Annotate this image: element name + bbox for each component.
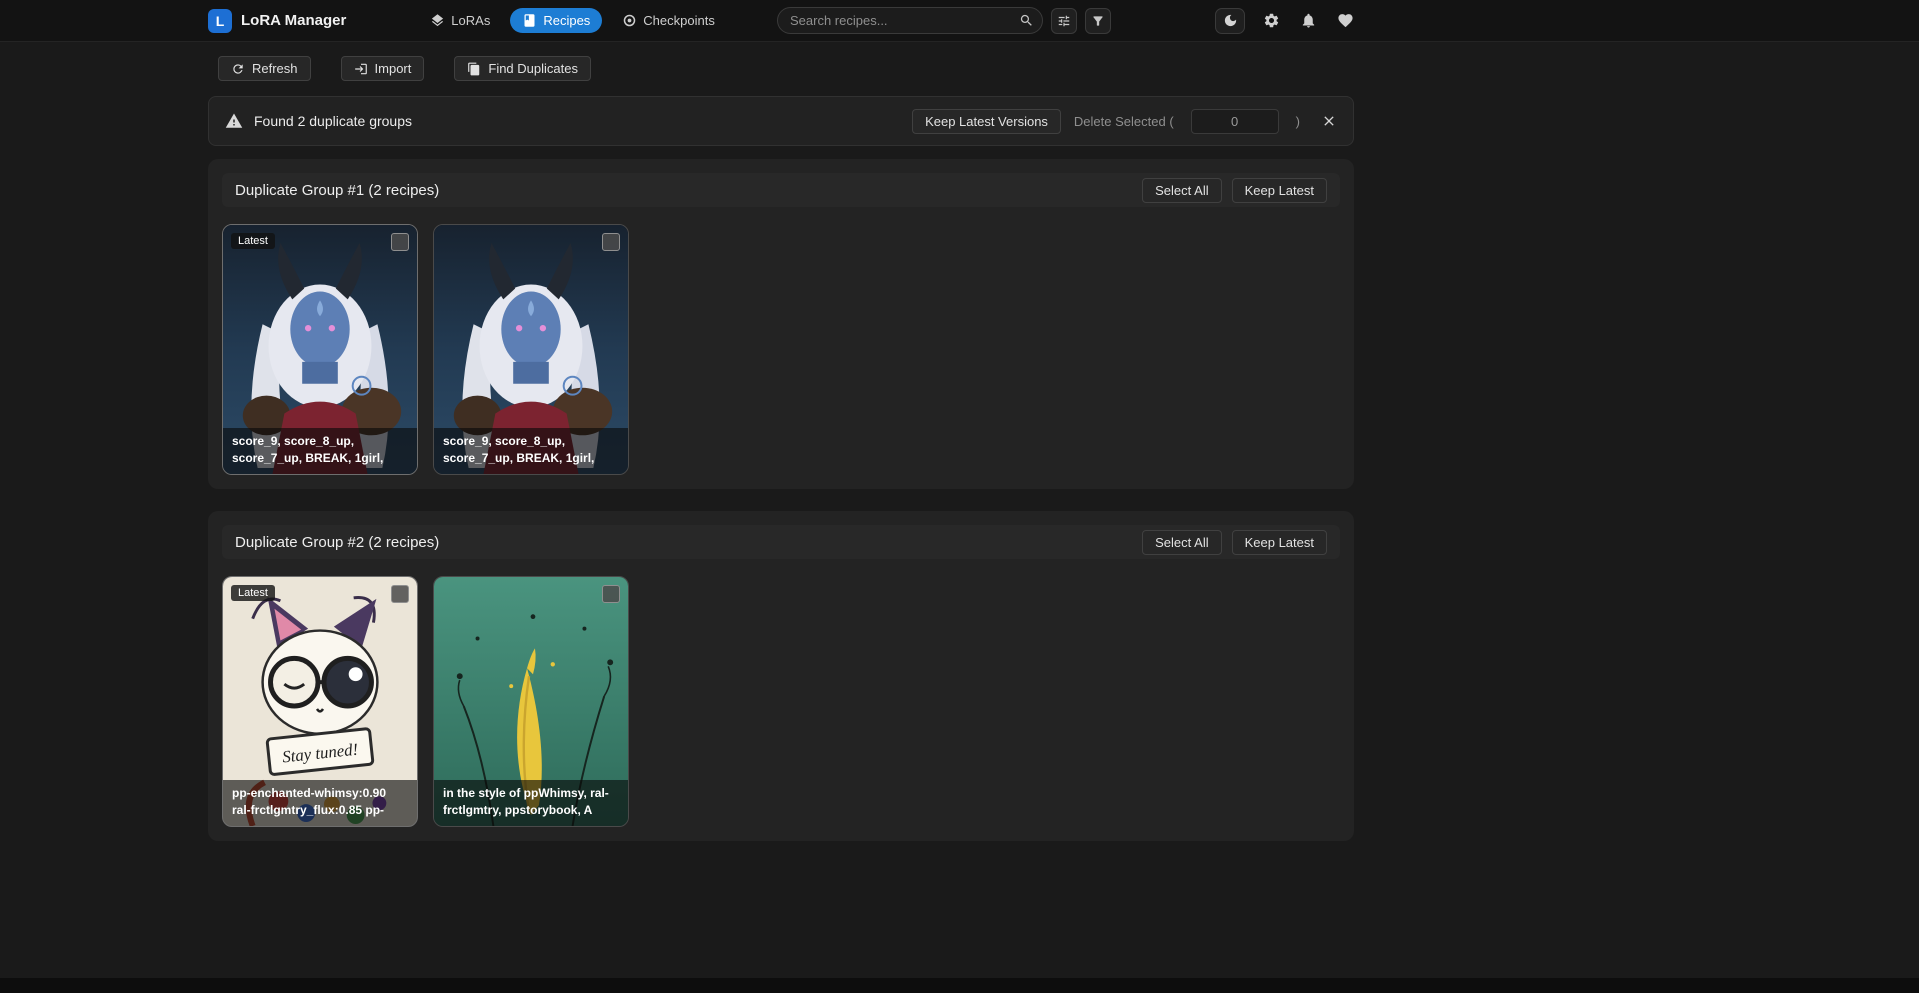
delete-selected-prefix: Delete Selected ( — [1074, 114, 1174, 129]
keep-latest-versions-button[interactable]: Keep Latest Versions — [912, 109, 1061, 134]
card-row: Latest score_9, score_8_up, score_7_up, … — [222, 224, 1340, 475]
group-header: Duplicate Group #2 (2 recipes) Select Al… — [222, 525, 1340, 559]
select-all-label: Select All — [1155, 183, 1208, 198]
tab-label: Checkpoints — [643, 13, 715, 28]
notifications-button[interactable] — [1298, 10, 1319, 31]
refresh-label: Refresh — [252, 61, 298, 76]
search-button[interactable] — [1019, 13, 1034, 28]
favorites-button[interactable] — [1335, 10, 1356, 31]
select-all-button[interactable]: Select All — [1142, 530, 1221, 555]
book-icon — [522, 13, 537, 28]
import-button[interactable]: Import — [341, 56, 425, 81]
close-alert-button[interactable] — [1321, 113, 1337, 129]
select-checkbox[interactable] — [602, 585, 620, 603]
warning-icon — [225, 112, 243, 130]
delete-selected-suffix: ) — [1296, 114, 1300, 129]
delete-count-input[interactable] — [1191, 109, 1279, 134]
keep-latest-button[interactable]: Keep Latest — [1232, 530, 1327, 555]
latest-badge: Latest — [231, 585, 275, 601]
duplicates-alert-banner: Found 2 duplicate groups Keep Latest Ver… — [208, 96, 1354, 146]
moon-icon — [1223, 13, 1238, 28]
latest-badge: Latest — [231, 233, 275, 249]
layers-icon — [430, 13, 445, 28]
tab-recipes[interactable]: Recipes — [510, 8, 602, 33]
select-checkbox[interactable] — [391, 233, 409, 251]
topbar: L LoRA Manager LoRAs Recipes Checkpoints — [0, 0, 1919, 42]
gear-icon — [1263, 12, 1280, 29]
find-duplicates-button[interactable]: Find Duplicates — [454, 56, 591, 81]
recipe-caption: pp-enchanted-whimsy:0.90 ral-frctlgmtry_… — [223, 780, 417, 826]
select-checkbox[interactable] — [602, 233, 620, 251]
funnel-icon — [1091, 14, 1105, 28]
select-checkbox[interactable] — [391, 585, 409, 603]
main-content: Refresh Import Find Duplicates Found 2 d… — [208, 56, 1354, 841]
toolbar: Refresh Import Find Duplicates — [208, 56, 1354, 81]
search-icon — [1019, 13, 1034, 28]
tab-label: LoRAs — [451, 13, 490, 28]
bell-icon — [1300, 12, 1317, 29]
group-title: Duplicate Group #2 (2 recipes) — [235, 534, 439, 551]
recipe-caption: score_9, score_8_up, score_7_up, BREAK, … — [223, 428, 417, 474]
group-title: Duplicate Group #1 (2 recipes) — [235, 182, 439, 199]
app-title: LoRA Manager — [241, 12, 346, 29]
find-duplicates-label: Find Duplicates — [488, 61, 578, 76]
tab-loras[interactable]: LoRAs — [418, 8, 502, 33]
import-label: Import — [375, 61, 412, 76]
duplicate-group-1: Duplicate Group #1 (2 recipes) Select Al… — [208, 159, 1354, 489]
sliders-icon — [1057, 14, 1071, 28]
checkpoint-icon — [622, 13, 637, 28]
recipe-card[interactable]: score_9, score_8_up, score_7_up, BREAK, … — [433, 224, 629, 475]
search-input[interactable] — [777, 7, 1043, 34]
select-all-button[interactable]: Select All — [1142, 178, 1221, 203]
recipe-caption: in the style of ppWhimsy, ral-frctlgmtry… — [434, 780, 628, 826]
keep-latest-versions-label: Keep Latest Versions — [925, 114, 1048, 129]
close-icon — [1321, 113, 1337, 129]
refresh-button[interactable]: Refresh — [218, 56, 311, 81]
recipe-caption: score_9, score_8_up, score_7_up, BREAK, … — [434, 428, 628, 474]
duplicate-group-2: Duplicate Group #2 (2 recipes) Select Al… — [208, 511, 1354, 841]
select-all-label: Select All — [1155, 535, 1208, 550]
app-logo: L — [208, 9, 232, 33]
recipe-card[interactable]: Stay tuned! Latest pp-enchanted-whimsy:0… — [222, 576, 418, 827]
search-area — [777, 7, 1043, 34]
tab-label: Recipes — [543, 13, 590, 28]
keep-latest-label: Keep Latest — [1245, 183, 1314, 198]
search-options-button[interactable] — [1051, 8, 1077, 34]
group-header: Duplicate Group #1 (2 recipes) Select Al… — [222, 173, 1340, 207]
duplicates-icon — [467, 62, 481, 76]
tab-checkpoints[interactable]: Checkpoints — [610, 8, 727, 33]
topbar-actions — [1215, 8, 1356, 34]
settings-button[interactable] — [1261, 10, 1282, 31]
main-nav: LoRAs Recipes Checkpoints — [418, 8, 727, 33]
import-icon — [354, 62, 368, 76]
keep-latest-label: Keep Latest — [1245, 535, 1314, 550]
refresh-icon — [231, 62, 245, 76]
alert-message: Found 2 duplicate groups — [254, 113, 412, 129]
heart-icon — [1337, 12, 1354, 29]
keep-latest-button[interactable]: Keep Latest — [1232, 178, 1327, 203]
theme-toggle-button[interactable] — [1215, 8, 1245, 34]
card-row: Stay tuned! Latest pp-enchanted-whimsy:0… — [222, 576, 1340, 827]
recipe-card[interactable]: in the style of ppWhimsy, ral-frctlgmtry… — [433, 576, 629, 827]
recipe-card[interactable]: Latest score_9, score_8_up, score_7_up, … — [222, 224, 418, 475]
footer-bar — [0, 978, 1919, 993]
filter-button[interactable] — [1085, 8, 1111, 34]
